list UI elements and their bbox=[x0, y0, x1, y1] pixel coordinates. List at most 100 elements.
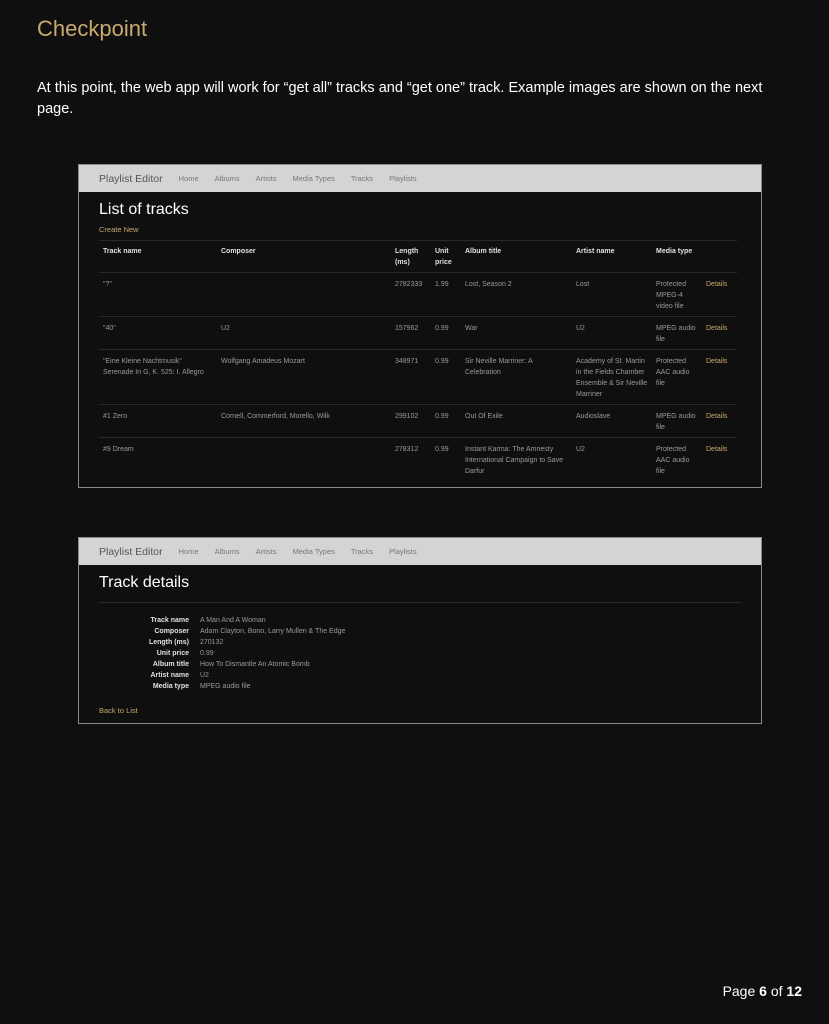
table-row: #9 Dream 278312 0.99 Instant Karma: The Amn… bbox=[99, 437, 737, 481]
details-list: Track name A Man And A Woman Composer Adam … bbox=[99, 615, 741, 692]
page-heading: Checkpoint bbox=[37, 16, 148, 41]
details-link[interactable]: Details bbox=[702, 272, 737, 317]
column-header: Length (ms) bbox=[391, 240, 431, 273]
length-cell: 348971 bbox=[391, 349, 431, 405]
list-title: List of tracks bbox=[99, 201, 189, 218]
nav-tracks[interactable]: Tracks bbox=[351, 547, 373, 556]
track-name-cell: "Eine Kleine Nachtmusik" Serenade In G, … bbox=[99, 349, 217, 405]
length-cell: 2782333 bbox=[391, 272, 431, 317]
detail-row: Artist name U2 bbox=[99, 670, 741, 681]
artist-name-cell: Audioslave bbox=[572, 404, 652, 438]
composer-cell: U2 bbox=[217, 316, 391, 350]
media-type-cell: Protected AAC audio file bbox=[652, 437, 702, 481]
footer-total-pages: 12 bbox=[786, 983, 802, 999]
length-cell: 157962 bbox=[391, 316, 431, 350]
detail-value: U2 bbox=[200, 672, 209, 679]
unit-price-cell: 0.99 bbox=[431, 404, 461, 438]
detail-label: Album title bbox=[152, 661, 189, 668]
details-link[interactable]: Details bbox=[702, 404, 737, 438]
page-footer: Page 6 of 12 bbox=[723, 983, 802, 999]
track-details-screenshot: Playlist Editor Home Albums Artists Medi… bbox=[78, 537, 762, 724]
track-name-cell: #1 Zero bbox=[99, 404, 217, 438]
detail-value: Adam Clayton, Bono, Larry Mullen & The E… bbox=[200, 628, 346, 635]
column-header: Track name bbox=[99, 240, 217, 273]
composer-cell: Cornell, Commerford, Morello, Wilk bbox=[217, 404, 391, 438]
nav-media-types[interactable]: Media Types bbox=[292, 174, 334, 183]
length-cell: 278312 bbox=[391, 437, 431, 481]
detail-row: Album title How To Dismantle An Atomic Bo… bbox=[99, 659, 741, 670]
media-type-cell: Protected AAC audio file bbox=[652, 349, 702, 405]
nav-media-types[interactable]: Media Types bbox=[292, 547, 334, 556]
nav-albums[interactable]: Albums bbox=[215, 174, 240, 183]
unit-price-cell: 1.99 bbox=[431, 272, 461, 317]
nav-tracks[interactable]: Tracks bbox=[351, 174, 373, 183]
nav-playlists[interactable]: Playlists bbox=[389, 547, 417, 556]
composer-cell bbox=[217, 437, 391, 481]
detail-value: 270132 bbox=[200, 639, 224, 646]
details-link[interactable]: Details bbox=[702, 349, 737, 405]
detail-row: Length (ms) 270132 bbox=[99, 637, 741, 648]
track-name-cell: "40" bbox=[99, 316, 217, 350]
tracks-table: Track name Composer Length (ms) Unit price A… bbox=[99, 240, 737, 481]
nav-albums[interactable]: Albums bbox=[215, 547, 240, 556]
detail-value: A Man And A Woman bbox=[200, 617, 266, 624]
navbar: Playlist Editor Home Albums Artists Medi… bbox=[79, 538, 761, 565]
detail-label: Track name bbox=[150, 617, 189, 624]
back-to-list-link[interactable]: Back to List bbox=[99, 706, 741, 715]
column-header: Composer bbox=[217, 240, 391, 273]
composer-cell: Wolfgang Amadeus Mozart bbox=[217, 349, 391, 405]
column-header: Artist name bbox=[572, 240, 652, 273]
track-name-cell: "?" bbox=[99, 272, 217, 317]
navbar-brand[interactable]: Playlist Editor bbox=[99, 546, 163, 558]
unit-price-cell: 0.99 bbox=[431, 316, 461, 350]
nav-home[interactable]: Home bbox=[179, 547, 199, 556]
navbar-brand[interactable]: Playlist Editor bbox=[99, 173, 163, 185]
media-type-cell: MPEG audio file bbox=[652, 404, 702, 438]
album-title-cell: Lost, Season 2 bbox=[461, 272, 572, 317]
create-new-link[interactable]: Create New bbox=[99, 225, 741, 234]
album-title-cell: War bbox=[461, 316, 572, 350]
artist-name-cell: U2 bbox=[572, 316, 652, 350]
detail-value: How To Dismantle An Atomic Bomb bbox=[200, 661, 310, 668]
detail-label: Media type bbox=[152, 683, 189, 690]
artist-name-cell: Academy of St. Martin in the Fields Cham… bbox=[572, 349, 652, 405]
column-header: Album title bbox=[461, 240, 572, 273]
composer-cell bbox=[217, 272, 391, 317]
table-row: "40" U2 157962 0.99 War U2 MPEG audio file Deta… bbox=[99, 316, 737, 350]
detail-row: Media type MPEG audio file bbox=[99, 681, 741, 692]
footer-prefix: Page bbox=[722, 983, 760, 999]
length-cell: 299102 bbox=[391, 404, 431, 438]
detail-row: Track name A Man And A Woman bbox=[99, 615, 741, 626]
unit-price-cell: 0.99 bbox=[431, 349, 461, 405]
detail-row: Composer Adam Clayton, Bono, Larry Mullen… bbox=[99, 626, 741, 637]
detail-value: MPEG audio file bbox=[200, 683, 251, 690]
artist-name-cell: U2 bbox=[572, 437, 652, 481]
detail-label: Unit price bbox=[156, 650, 189, 657]
table-row: "Eine Kleine Nachtmusik" Serenade In G, … bbox=[99, 349, 737, 405]
album-title-cell: Sir Neville Marriner: A Celebration bbox=[461, 349, 572, 405]
nav-artists[interactable]: Artists bbox=[256, 547, 277, 556]
unit-price-cell: 0.99 bbox=[431, 437, 461, 481]
detail-label: Artist name bbox=[150, 672, 189, 679]
nav-home[interactable]: Home bbox=[179, 174, 199, 183]
detail-row: Unit price 0.99 bbox=[99, 648, 741, 659]
footer-middle: of bbox=[766, 983, 787, 999]
table-row: #1 Zero Cornell, Commerford, Morello, Wil… bbox=[99, 404, 737, 438]
column-header: Media type bbox=[652, 240, 702, 273]
detail-label: Length (ms) bbox=[148, 639, 189, 646]
column-header: Unit price bbox=[431, 240, 461, 273]
details-link[interactable]: Details bbox=[702, 437, 737, 481]
album-title-cell: Instant Karma: The Amnesty International… bbox=[461, 437, 572, 481]
media-type-cell: Protected MPEG-4 video file bbox=[652, 272, 702, 317]
details-link[interactable]: Details bbox=[702, 316, 737, 350]
track-name-cell: #9 Dream bbox=[99, 437, 217, 481]
nav-playlists[interactable]: Playlists bbox=[389, 174, 417, 183]
column-header bbox=[702, 240, 737, 273]
table-row: "?" 2782333 1.99 Lost, Season 2 Lost Protecte… bbox=[99, 272, 737, 317]
navbar: Playlist Editor Home Albums Artists Medi… bbox=[79, 165, 761, 192]
detail-label: Composer bbox=[154, 628, 189, 635]
detail-value: 0.99 bbox=[200, 650, 214, 657]
divider bbox=[99, 602, 741, 603]
nav-artists[interactable]: Artists bbox=[256, 174, 277, 183]
table-header-row: Track name Composer Length (ms) Unit price A… bbox=[99, 240, 737, 273]
